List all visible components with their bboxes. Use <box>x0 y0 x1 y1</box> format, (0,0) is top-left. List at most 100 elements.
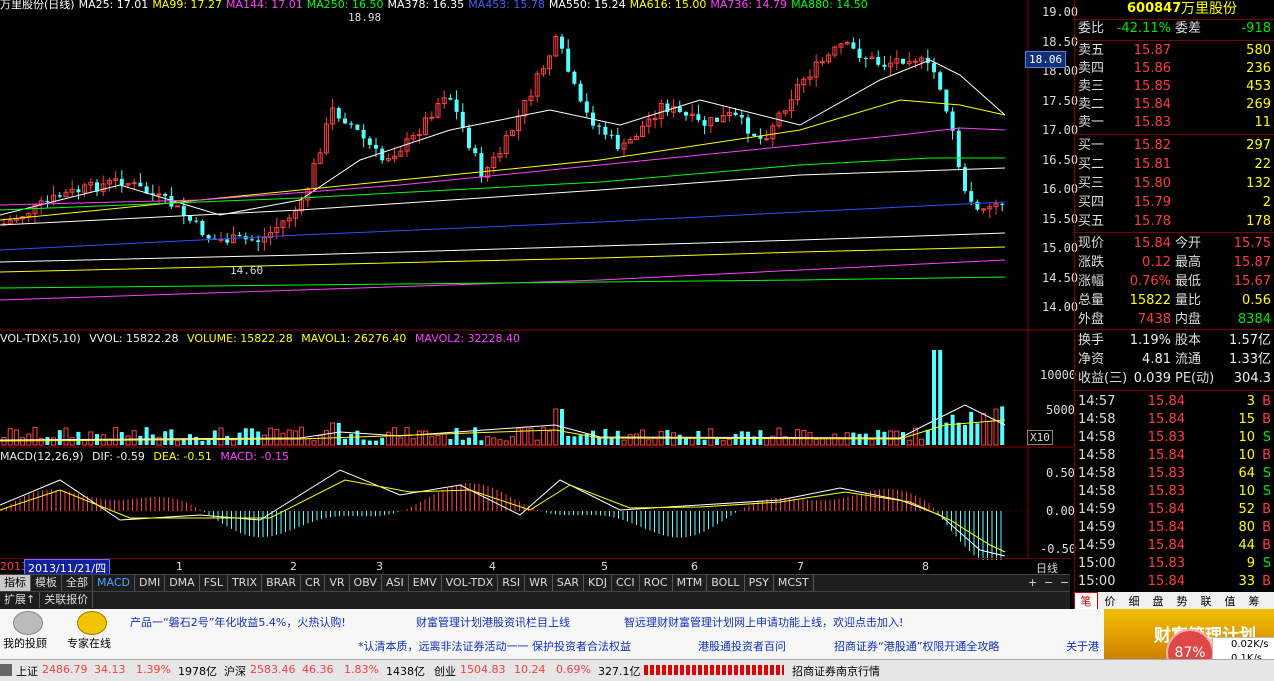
kline-chart-area[interactable]: 万里股份(日线) MA25: 17.01 MA99: 17.27 MA144: 17.… <box>0 0 1078 560</box>
news-item-7[interactable]: 关于港 <box>1066 638 1099 654</box>
indicator-tab[interactable]: CCI <box>612 575 640 591</box>
indicator-tab[interactable]: MCST <box>774 575 814 591</box>
quote-panel-tab[interactable]: 盘 <box>1146 593 1170 610</box>
hs-index-label: 沪深 <box>224 665 246 678</box>
vol-volume: VOLUME: 15822.28 <box>187 332 293 345</box>
month-5: 5 <box>601 560 608 573</box>
indicator-tab[interactable]: VR <box>325 575 350 591</box>
tick-row: 14:58 15.83 10 S <box>1078 430 1271 445</box>
tab-expand[interactable]: 扩展↑ <box>0 592 41 608</box>
cy-index-value: 1504.83 <box>460 663 506 676</box>
fundamental-row: 收益(三) 0.039 PE(动) 304.3 <box>1078 371 1271 386</box>
volume-bar <box>950 414 955 445</box>
zoom-in-button[interactable]: + <box>1024 575 1041 591</box>
indicator-tab[interactable]: WR <box>525 575 553 591</box>
cy-index-pct: 0.69% <box>556 663 591 676</box>
news-item-5[interactable]: 港股通投资者百问 <box>698 638 786 654</box>
indicator-tab[interactable]: MACD <box>93 575 135 591</box>
indicator-tab[interactable]: BRAR <box>262 575 302 591</box>
indicator-tab[interactable]: TRIX <box>228 575 263 591</box>
quote-panel-tab[interactable]: 联 <box>1194 593 1218 610</box>
ma453-line <box>0 201 1006 251</box>
volume-bar <box>317 435 323 446</box>
quote-panel-tab[interactable]: 势 <box>1170 593 1194 610</box>
volume-bar <box>547 430 553 446</box>
indicator-tab[interactable]: MTM <box>673 575 708 591</box>
news-bar: 我的投顾 专家在线 产品一“磐石2号”年化收益5.4%，火热认购! 财富管理计划… <box>0 609 1274 677</box>
indicator-tab[interactable]: EMV <box>409 575 442 591</box>
volume-bar <box>981 412 987 446</box>
news-item-4[interactable]: *认清本质，远离非法证券活动一一 保护投资者合法权益 <box>358 638 631 654</box>
indicator-tab[interactable]: VOL-TDX <box>442 575 499 591</box>
volume-bar <box>733 434 738 445</box>
volume-bar <box>627 434 633 446</box>
ask-row: 卖五 15.87 580 <box>1078 43 1271 58</box>
kline-svg[interactable] <box>0 0 1074 560</box>
volume-bar <box>906 439 912 446</box>
candle-body <box>981 208 987 211</box>
indicator-tab[interactable]: KDJ <box>584 575 612 591</box>
volume-bar <box>572 436 577 445</box>
news-item-3[interactable]: 智远理财财富管理计划网上申请功能上线，欢迎点击加入! <box>624 614 903 630</box>
indicator-tab[interactable]: DMI <box>135 575 166 591</box>
indicator-tab[interactable]: ASI <box>382 575 409 591</box>
status-menu-icon[interactable] <box>0 664 12 676</box>
volume-bar <box>119 432 124 445</box>
indicator-tab[interactable]: SAR <box>553 575 585 591</box>
candle-body <box>429 116 435 119</box>
candle-body <box>343 118 347 124</box>
news-item-6[interactable]: 招商证券“港股通”权限开通全攻略 <box>834 638 999 654</box>
month-8: 8 <box>922 560 929 573</box>
indicator-tab[interactable]: ROC <box>640 575 673 591</box>
tick-row: 14:59 15.84 52 B <box>1078 502 1271 517</box>
my-advisor-button[interactable]: 我的投顾 <box>3 611 48 651</box>
volume-bar <box>819 438 825 446</box>
quote-panel-tab[interactable]: 细 <box>1122 593 1146 610</box>
vol-axis-5000: 5000 <box>1046 403 1075 417</box>
indicator-tab[interactable]: CR <box>301 575 326 591</box>
volume-bar <box>305 438 311 446</box>
fundamental-row: 净资 4.81 流通 1.33亿 <box>1078 352 1271 367</box>
macd-axis-neg050: -0.50 <box>1040 542 1077 556</box>
expert-online-button[interactable]: 专家在线 <box>67 611 112 651</box>
candle-body <box>684 112 688 116</box>
webi-value: -42.11% <box>1116 21 1171 36</box>
candle-body <box>578 83 583 102</box>
collapse-button[interactable]: − <box>1056 575 1073 591</box>
candle-body <box>188 215 192 221</box>
month-2: 2 <box>290 560 297 573</box>
indicator-tab[interactable]: BOLL <box>707 575 745 591</box>
news-item-1[interactable]: 产品一“磐石2号”年化收益5.4%，火热认购! <box>130 614 346 630</box>
candle-body <box>702 120 707 126</box>
indicator-tab[interactable]: DMA <box>165 575 200 591</box>
indicator-tab[interactable]: RSI <box>498 575 526 591</box>
quote-panel-tab[interactable]: 筹 <box>1242 593 1266 610</box>
volume-bar <box>993 408 999 446</box>
volume-bar <box>491 437 497 446</box>
volume-bar <box>485 436 491 446</box>
stat-row: 总量 15822 量比 0.56 <box>1078 293 1271 308</box>
indicator-tab[interactable]: 模板 <box>31 575 62 591</box>
tab-related-quotes[interactable]: 关联报价 <box>40 592 94 608</box>
volume-bar <box>175 440 181 446</box>
volume-bar <box>423 430 429 446</box>
quote-panel-tab[interactable]: 值 <box>1218 593 1242 610</box>
indicator-tab[interactable]: FSL <box>200 575 228 591</box>
indicator-tab[interactable]: OBV <box>350 575 382 591</box>
candle-body <box>367 138 372 145</box>
bid-row: 买三 15.80 132 <box>1078 176 1271 191</box>
quote-panel-tab[interactable]: 价 <box>1098 593 1122 610</box>
candle-body <box>218 238 224 241</box>
ma-legend-item: MA616: 15.00 <box>629 0 707 11</box>
zoom-out-button[interactable]: − <box>1040 575 1057 591</box>
news-item-2[interactable]: 财富管理计划港股资讯栏目上线 <box>416 614 570 630</box>
volume-bar <box>987 420 993 446</box>
indicator-tab[interactable]: PSY <box>745 575 774 591</box>
volume-bar <box>479 440 484 445</box>
low-price-label: 14.60 <box>230 264 264 277</box>
volume-bar <box>361 439 366 445</box>
indicator-tab[interactable]: 全部 <box>62 575 93 591</box>
volume-bar <box>503 440 509 446</box>
indicator-tab[interactable]: 指标 <box>0 575 31 591</box>
vol-mavol1: MAVOL1: 26276.40 <box>301 332 407 345</box>
